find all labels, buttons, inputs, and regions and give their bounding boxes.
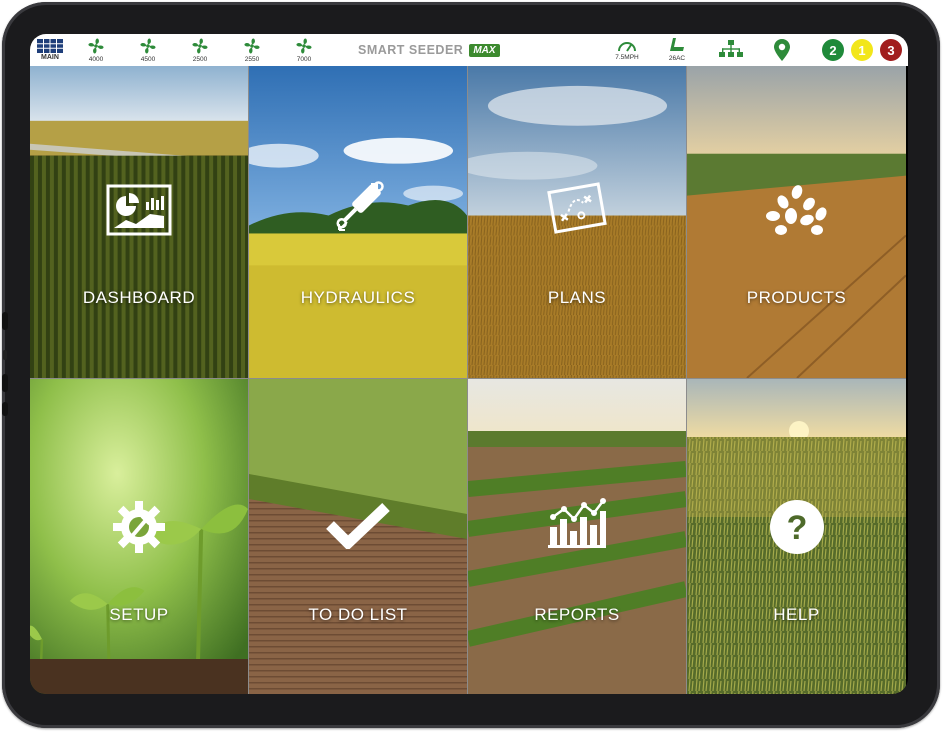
- seeds-icon: [765, 185, 827, 235]
- tile-setup[interactable]: SETUP: [30, 379, 249, 694]
- tile-label: REPORTS: [534, 605, 620, 624]
- hydraulic-cylinder-icon: [336, 181, 384, 231]
- brand-badge: MAX: [469, 43, 500, 57]
- side-button: [2, 312, 8, 330]
- brand-name: SMART SEEDER: [358, 43, 464, 57]
- tile-label: HYDRAULICS: [300, 288, 416, 307]
- fan-rpm: 4000: [88, 56, 104, 63]
- tile-label: PRODUCTS: [746, 288, 847, 307]
- volume-down-button: [2, 402, 8, 416]
- svg-text:?: ?: [786, 509, 807, 547]
- tile-label: DASHBOARD: [82, 288, 196, 307]
- fan-status-5[interactable]: 7000: [278, 34, 330, 66]
- alert-badge-red[interactable]: 3: [880, 39, 902, 61]
- fan-rpm: 2500: [192, 56, 208, 63]
- fan-status-2[interactable]: 4500: [122, 34, 174, 66]
- dashboard-chart-icon: [106, 184, 172, 236]
- fan-icon: [243, 37, 261, 55]
- fan-icon: [87, 37, 105, 55]
- side-sensor: [3, 350, 7, 360]
- plan-map-icon: [547, 182, 607, 234]
- fan-status-4[interactable]: 2550: [226, 34, 278, 66]
- map-pin-icon: [774, 39, 790, 61]
- speed-value: 7.5MPH: [615, 54, 639, 61]
- status-bar: MAIN 4000 4500 2500 2550 7000 SMART SEED…: [30, 34, 908, 66]
- tile-products[interactable]: PRODUCTS: [687, 66, 906, 379]
- tile-hydraulics[interactable]: HYDRAULICS: [249, 66, 468, 379]
- fan-rpm: 2550: [244, 56, 260, 63]
- alert-badge-green[interactable]: 2: [822, 39, 844, 61]
- fan-status-1[interactable]: 4000: [70, 34, 122, 66]
- tile-label: SETUP: [109, 605, 169, 624]
- network-button[interactable]: [716, 34, 746, 66]
- grid-icon: [37, 39, 63, 53]
- speed-indicator[interactable]: 7.5MPH: [610, 34, 644, 66]
- main-label: MAIN: [41, 54, 59, 61]
- volume-up-button: [2, 374, 8, 392]
- brand-logo: SMART SEEDER MAX: [358, 41, 500, 59]
- fan-icon: [139, 37, 157, 55]
- tile-dashboard[interactable]: DASHBOARD: [30, 66, 249, 379]
- tile-help[interactable]: ? HELP: [687, 379, 906, 694]
- fan-rpm: 7000: [296, 56, 312, 63]
- checkmark-icon: [326, 503, 390, 549]
- acres-indicator[interactable]: 26AC: [662, 34, 692, 66]
- fan-rpm: 4500: [140, 56, 156, 63]
- tile-reports[interactable]: REPORTS: [468, 379, 687, 694]
- speedometer-icon: [618, 42, 636, 52]
- main-button[interactable]: MAIN: [30, 34, 70, 66]
- location-button[interactable]: [770, 34, 794, 66]
- field-area-icon: [670, 38, 684, 51]
- tile-plans[interactable]: PLANS: [468, 66, 687, 379]
- tile-todo-list[interactable]: TO DO LIST: [249, 379, 468, 694]
- tile-label: PLANS: [547, 288, 607, 307]
- tile-label: HELP: [773, 605, 820, 624]
- alert-badge-yellow[interactable]: 1: [851, 39, 873, 61]
- bar-chart-icon: [548, 498, 606, 548]
- app-screen: MAIN 4000 4500 2500 2550 7000 SMART SEED…: [30, 34, 908, 694]
- help-question-icon: ?: [769, 500, 824, 554]
- fan-icon: [191, 37, 209, 55]
- gear-wrench-icon: [113, 501, 165, 553]
- network-hierarchy-icon: [719, 40, 743, 57]
- tile-label: TO DO LIST: [308, 605, 408, 624]
- fan-icon: [295, 37, 313, 55]
- fan-status-3[interactable]: 2500: [174, 34, 226, 66]
- acres-value: 26AC: [668, 55, 686, 62]
